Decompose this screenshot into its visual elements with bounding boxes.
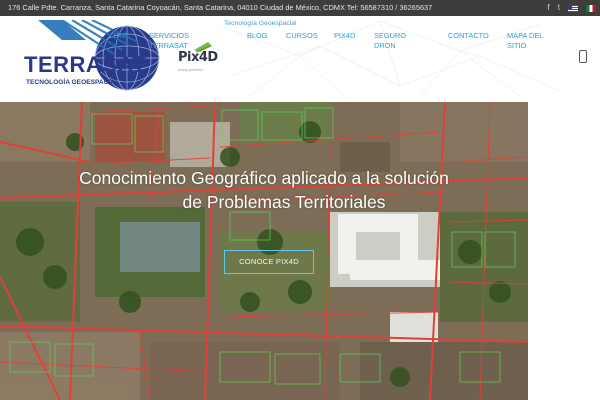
nav-label: TRO xyxy=(112,31,128,40)
facebook-icon[interactable]: f xyxy=(548,0,550,16)
hero-title-line2: de Problemas Territoriales xyxy=(182,192,386,212)
nav-item-seguro-dron[interactable]: SEGURO DRON xyxy=(374,31,406,51)
brand-tagline: TECNOLOGÍA GEOESPACIAL xyxy=(26,77,119,86)
brand-name: TERRASAT xyxy=(24,52,146,77)
social-links: f t xyxy=(548,0,600,16)
nav-item-mapa-del-sitio[interactable]: MAPA DEL SITIO xyxy=(507,31,543,51)
submenu-tecnologia-geoespacial[interactable]: Tecnología Geoespacial xyxy=(224,19,297,29)
top-info-bar: 176 Calle Pdte. Carranza, Santa Catarina… xyxy=(0,0,600,16)
nav-label-line2: SITIO xyxy=(507,41,527,50)
nav-item-servicios[interactable]: SERVICIOS TERRASAT xyxy=(149,31,189,51)
pix4d-tagline: simply powerful xyxy=(178,68,203,72)
mobile-menu-icon[interactable] xyxy=(579,50,587,63)
hero-banner: Conocimiento Geográfico aplicado a la so… xyxy=(0,102,528,400)
nav-item-pix4d[interactable]: PIX4D xyxy=(334,31,355,41)
twitter-icon[interactable]: t xyxy=(558,0,560,16)
nav-label-line2: DRON xyxy=(374,41,396,50)
hero-title: Conocimiento Geográfico aplicado a la so… xyxy=(0,166,528,214)
nav-label-line1: SERVICIOS xyxy=(149,31,190,40)
nav-label-line1: SEGURO xyxy=(374,31,407,40)
pix4d-wordmark: Pix4D xyxy=(178,50,218,65)
nav-item-contacto[interactable]: CONTACTO xyxy=(448,31,489,41)
nav-item-cursos[interactable]: CURSOS xyxy=(286,31,318,41)
nav-label-line1: MAPA DEL xyxy=(507,31,544,40)
nav-item-blog[interactable]: BLOG xyxy=(247,31,268,41)
conoce-pix4d-button[interactable]: CONOCE PIX4D xyxy=(224,250,314,274)
us-flag-icon[interactable] xyxy=(568,4,578,12)
right-whitespace xyxy=(528,102,600,400)
contact-address: 176 Calle Pdte. Carranza, Santa Catarina… xyxy=(8,3,433,12)
site-header: TERRASAT TECNOLOGÍA GEOESPACIAL Pix4D si… xyxy=(0,16,600,102)
hero-title-line1: Conocimiento Geográfico aplicado a la so… xyxy=(79,168,449,188)
mx-flag-icon[interactable] xyxy=(586,4,596,12)
terrasat-logo[interactable]: TERRASAT TECNOLOGÍA GEOESPACIAL xyxy=(22,20,162,100)
nav-item-tro[interactable]: TRO xyxy=(112,31,128,41)
nav-label-line2: TERRASAT xyxy=(149,41,188,50)
